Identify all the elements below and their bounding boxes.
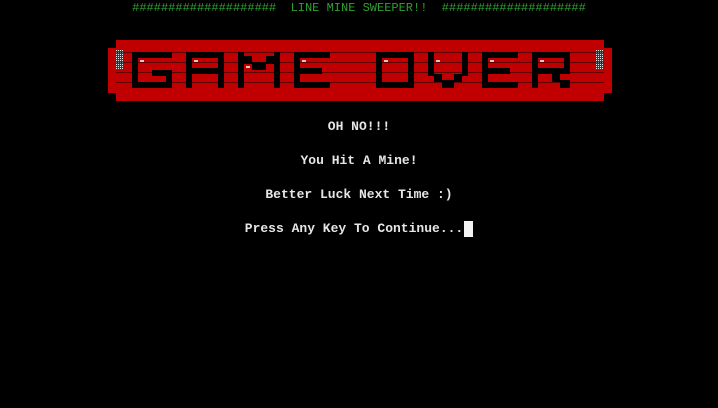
oh-no-text: OH NO!!! (327, 119, 391, 134)
better-luck-text: Better Luck Next Time :) (265, 187, 453, 202)
continue-prompt[interactable]: Press Any Key To Continue... (0, 221, 718, 237)
continue-prompt-text: Press Any Key To Continue... (244, 221, 464, 236)
hit-mine-text: You Hit A Mine! (300, 153, 418, 168)
game-over-art (108, 40, 612, 101)
title-bar: #################### LINE MINE SWEEPER!!… (132, 1, 586, 15)
game-over-banner (108, 40, 612, 101)
text-cursor (464, 221, 474, 237)
